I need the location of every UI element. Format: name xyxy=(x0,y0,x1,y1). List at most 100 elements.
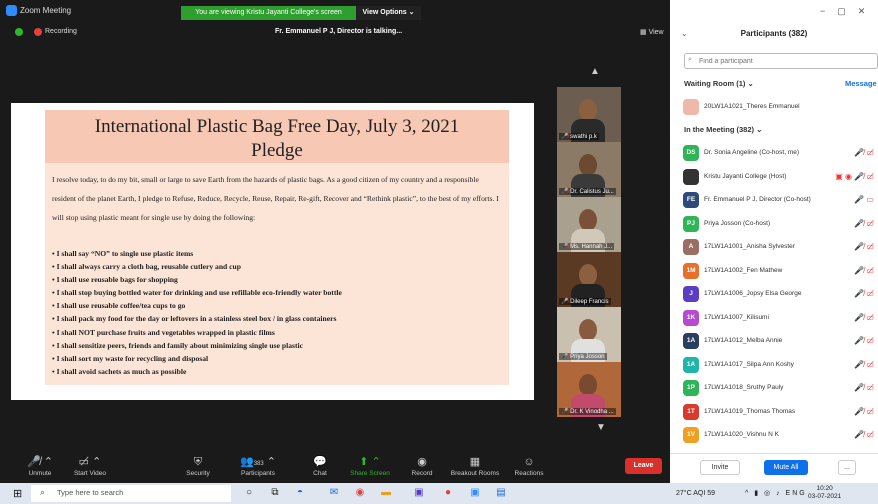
mail-icon[interactable]: ✉ xyxy=(326,485,342,501)
taskbar-search-input[interactable]: Type here to search xyxy=(31,485,231,502)
participant-name: 17LW1A1006_Jopsy Elsa George xyxy=(704,290,802,297)
windows-start-icon[interactable]: ⊞ xyxy=(13,487,22,500)
message-button[interactable]: Message xyxy=(845,79,877,88)
language-indicator: ENG xyxy=(785,490,807,497)
unmute-button[interactable]: 🎤̸ ⌃ Unmute xyxy=(14,455,66,477)
mic-muted-icon: 🎤̸ ⌃ xyxy=(27,456,53,468)
pledge-item: I shall NOT purchase fruits and vegetabl… xyxy=(52,326,502,339)
smiley-icon: ☺ xyxy=(523,456,535,468)
participants-button[interactable]: 👥383 ⌃ Participants xyxy=(232,455,284,477)
participant-name: Fr. Emmanuel P J, Director (Co-host) xyxy=(704,196,811,203)
chevron-down-icon[interactable]: ▼ xyxy=(596,422,606,433)
participant-name: 17LW1A1017_Silpa Ann Koshy xyxy=(704,360,794,368)
avatar: 1V xyxy=(683,427,699,443)
waiting-room-header[interactable]: Waiting Room (1) ⌄ xyxy=(684,79,754,88)
avatar: DS xyxy=(683,145,699,161)
video-tile[interactable]: 🎤̸ Dileep Francis xyxy=(557,252,621,307)
participant-row[interactable]: PJ Priya Josson (Co-host) 🎤̸ ▭̸ xyxy=(670,213,878,235)
video-tile[interactable]: 🎤̸ Dr. Calistus Ju... xyxy=(557,142,621,197)
participant-name: Dr. Sonia Angeline (Co-host, me) xyxy=(704,149,800,156)
teams-icon[interactable]: ▣ xyxy=(411,485,427,501)
invite-button[interactable]: Invite xyxy=(700,460,740,475)
pledge-item: I shall pack my food for the day or left… xyxy=(52,312,502,325)
participant-row[interactable]: DS Dr. Sonia Angeline (Co-host, me) 🎤̸ ▭̸ xyxy=(670,142,878,164)
panel-title: Participants (382) xyxy=(740,29,808,38)
mic-video-status-icon[interactable]: 🎤̸ ▭̸ xyxy=(854,430,874,439)
view-button[interactable]: ▦ View xyxy=(640,28,664,36)
weather-widget[interactable]: 27°C AQI 59 xyxy=(676,490,715,497)
powerpoint-icon[interactable]: ● xyxy=(440,485,456,501)
mic-video-status-icon[interactable]: 🎤̸ ▭̸ xyxy=(854,360,874,369)
tray-icons: ^ ▮ ◎ ♪ xyxy=(745,490,786,497)
participant-row[interactable]: FE Fr. Emmanuel P J, Director (Co-host) 🎤 … xyxy=(670,189,878,211)
cortana-icon[interactable]: ○ xyxy=(241,485,257,501)
participant-row[interactable]: 1K 17LW1A1007_Kilisumi 🎤̸ ▭̸ xyxy=(670,307,878,329)
view-options-button[interactable]: View Options ⌄ xyxy=(356,6,421,20)
participant-row[interactable]: 1A 17LW1A1017_Silpa Ann Koshy 🎤̸ ▭̸ xyxy=(670,354,878,376)
video-tile[interactable]: 🎤̸ Dr. K Vinodha ... xyxy=(557,362,621,417)
participant-row[interactable]: J 17LW1A1006_Jopsy Elsa George 🎤̸ ▭̸ xyxy=(670,283,878,305)
task-view-icon[interactable]: ⧉ xyxy=(267,485,283,501)
pledge-item: I shall sort my waste for recycling and … xyxy=(52,352,502,365)
mic-video-status-icon[interactable]: 🎤̸ ▭̸ xyxy=(854,242,874,251)
mic-muted-icon: 🎤̸ xyxy=(561,299,571,305)
word-icon[interactable]: ▤ xyxy=(493,485,509,501)
system-tray[interactable]: ^ ▮ ◎ ♪ ENG xyxy=(745,489,807,497)
video-tile[interactable]: 🎤̸ swathi p.k xyxy=(557,87,621,142)
mute-all-button[interactable]: Mute All xyxy=(764,460,808,475)
mic-video-status-icon[interactable]: 🎤̸ ▭̸ xyxy=(854,266,874,275)
participant-face xyxy=(579,374,597,396)
window-title: Zoom Meeting xyxy=(20,6,72,15)
participant-row[interactable]: 1M 17LW1A1002_Fen Mathew 🎤̸ ▭̸ xyxy=(670,260,878,282)
slide-title: International Plastic Bag Free Day, July… xyxy=(94,116,460,137)
record-button[interactable]: ◉ Record xyxy=(396,455,448,477)
leave-button[interactable]: Leave xyxy=(625,458,662,474)
shield-icon[interactable] xyxy=(15,28,23,36)
tile-name: Dileep Francis xyxy=(570,299,609,305)
avatar: 1M xyxy=(683,262,699,279)
participant-row[interactable]: 1V 17LW1A1020_Vishnu N K 🎤̸ ▭̸ xyxy=(670,424,878,446)
video-tile[interactable]: 🎤̸ Priya Josson xyxy=(557,307,621,362)
video-tile[interactable]: 🎤̸ Ms. Hannah J... xyxy=(557,197,621,252)
zoom-icon[interactable]: ▣ xyxy=(467,485,483,501)
recording-label[interactable]: Recording xyxy=(45,28,77,35)
mic-video-status-icon[interactable]: 🎤̸ ▭̸ xyxy=(854,219,874,228)
pledge-item: I shall say “NO” to single use plastic i… xyxy=(52,247,502,260)
clock[interactable]: 10:20 03-07-2021 xyxy=(808,485,841,501)
window-controls[interactable]: −▢✕ xyxy=(820,6,877,17)
participant-row[interactable]: Kristu Jayanti College (Host) ▣ ◉ 🎤̸ ▭̸ xyxy=(670,166,878,188)
mic-video-status-icon[interactable]: 🎤 ▭ xyxy=(854,195,874,204)
participant-row[interactable]: 1T 17LW1A1019_Thomas Thomas 🎤̸ ▭̸ xyxy=(670,401,878,423)
in-meeting-header[interactable]: In the Meeting (382) ⌄ xyxy=(684,125,762,134)
security-button[interactable]: ⛨ Security xyxy=(172,455,224,477)
participant-name: 17LW1A1019_Thomas Thomas xyxy=(704,407,796,415)
active-speaker-label: Fr. Emmanuel P J, Director is talking... xyxy=(275,28,403,35)
mic-video-status-icon[interactable]: 🎤̸ ▭̸ xyxy=(854,289,874,298)
share-screen-button[interactable]: ⬆ ⌃ Share Screen xyxy=(344,455,396,477)
avatar: 1T xyxy=(683,403,699,420)
pledge-paragraph: I resolve today, to do my bit, small or … xyxy=(52,175,499,222)
edge-icon[interactable]: ◓ xyxy=(292,485,308,501)
file-explorer-icon[interactable]: ▬ xyxy=(378,485,394,501)
breakout-rooms-button[interactable]: ▦ Breakout Rooms xyxy=(449,455,501,477)
participant-name: 17LW1A1001_Anisha Sylvester xyxy=(704,243,795,250)
mic-video-status-icon[interactable]: 🎤̸ ▭̸ xyxy=(854,148,874,157)
mic-video-status-icon[interactable]: 🎤̸ ▭̸ xyxy=(854,313,874,322)
participant-row[interactable]: 1A 17LW1A1012_Melba Annie 🎤̸ ▭̸ xyxy=(670,330,878,352)
participant-row[interactable]: A 17LW1A1001_Anisha Sylvester 🎤̸ ▭̸ xyxy=(670,236,878,258)
mic-video-status-icon[interactable]: 🎤̸ ▭̸ xyxy=(854,336,874,345)
mic-video-status-icon[interactable]: ▣ ◉ 🎤̸ ▭̸ xyxy=(835,172,874,181)
reactions-button[interactable]: ☺ Reactions xyxy=(503,455,555,477)
pledge-item: I shall stop buying bottled water for dr… xyxy=(52,286,502,299)
start-video-button[interactable]: ▭̸ ⌃ Start Video xyxy=(64,455,116,477)
mic-video-status-icon[interactable]: 🎤̸ ▭̸ xyxy=(854,383,874,392)
mic-video-status-icon[interactable]: 🎤̸ ▭̸ xyxy=(854,407,874,416)
waiting-participant-row[interactable]: 20LW1A1021_Theres Emmanuel xyxy=(670,96,878,118)
chrome-icon[interactable]: ◉ xyxy=(352,485,368,501)
chevron-up-icon[interactable]: ▲ xyxy=(590,66,600,77)
participant-search-input[interactable] xyxy=(684,53,878,69)
chat-button[interactable]: 💬 Chat xyxy=(294,455,346,477)
participant-row[interactable]: 1P 17LW1A1018_Sruthy Pauly 🎤̸ ▭̸ xyxy=(670,377,878,399)
more-button[interactable]: ... xyxy=(838,460,856,475)
participant-name: 17LW1A1020_Vishnu N K xyxy=(704,431,779,438)
